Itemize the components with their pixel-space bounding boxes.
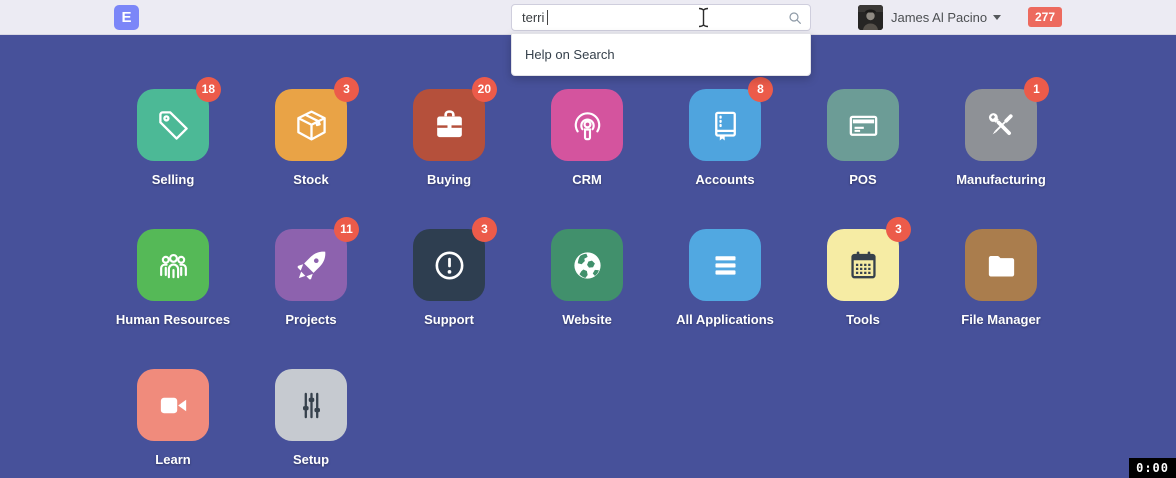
app-shortcut-learn[interactable]: Learn bbox=[104, 369, 242, 478]
app-tile[interactable] bbox=[965, 229, 1037, 301]
app-tile[interactable] bbox=[551, 229, 623, 301]
recording-timer: 0:00 bbox=[1129, 458, 1176, 478]
top-navbar: E Help on Search James Al Pacino 277 bbox=[0, 0, 1176, 35]
app-label: POS bbox=[849, 172, 876, 187]
three-bars-icon bbox=[707, 247, 744, 284]
issue-opened-icon bbox=[431, 247, 468, 284]
app-shortcut-all-applications[interactable]: All Applications bbox=[656, 229, 794, 369]
app-shortcut-file-manager[interactable]: File Manager bbox=[932, 229, 1070, 369]
app-shortcut-selling[interactable]: 18 Selling bbox=[104, 89, 242, 229]
app-shortcut-manufacturing[interactable]: 1 Manufacturing bbox=[932, 89, 1070, 229]
app-count-badge: 3 bbox=[886, 217, 911, 242]
box-icon bbox=[293, 107, 330, 144]
app-tile[interactable] bbox=[275, 369, 347, 441]
app-label: File Manager bbox=[961, 312, 1040, 327]
app-tile[interactable] bbox=[137, 229, 209, 301]
app-tile[interactable]: 3 bbox=[827, 229, 899, 301]
rocket-icon bbox=[293, 247, 330, 284]
app-label: Website bbox=[562, 312, 612, 327]
search-dropdown-item-help[interactable]: Help on Search bbox=[512, 34, 810, 75]
video-icon bbox=[155, 387, 192, 424]
app-label: Stock bbox=[293, 172, 328, 187]
app-label: All Applications bbox=[676, 312, 774, 327]
app-label: Projects bbox=[285, 312, 336, 327]
app-count-badge: 11 bbox=[334, 217, 359, 242]
app-label: Support bbox=[424, 312, 474, 327]
app-label: Learn bbox=[155, 452, 190, 467]
app-tile[interactable] bbox=[827, 89, 899, 161]
app-shortcut-human-resources[interactable]: Human Resources bbox=[104, 229, 242, 369]
app-tile[interactable]: 18 bbox=[137, 89, 209, 161]
logo-letter: E bbox=[121, 9, 131, 26]
global-search-input[interactable] bbox=[511, 4, 811, 31]
app-shortcut-setup[interactable]: Setup bbox=[242, 369, 380, 478]
app-label: CRM bbox=[572, 172, 602, 187]
global-search: Help on Search bbox=[511, 4, 811, 31]
app-tile[interactable]: 11 bbox=[275, 229, 347, 301]
app-shortcut-projects[interactable]: 11 Projects bbox=[242, 229, 380, 369]
app-count-badge: 3 bbox=[334, 77, 359, 102]
app-label: Selling bbox=[152, 172, 195, 187]
app-tile[interactable]: 20 bbox=[413, 89, 485, 161]
app-shortcut-stock[interactable]: 3 Stock bbox=[242, 89, 380, 229]
app-label: Manufacturing bbox=[956, 172, 1046, 187]
organization-icon bbox=[155, 247, 192, 284]
app-label: Tools bbox=[846, 312, 880, 327]
credit-card-icon bbox=[845, 107, 882, 144]
app-count-badge: 1 bbox=[1024, 77, 1049, 102]
app-shortcut-tools[interactable]: 3 Tools bbox=[794, 229, 932, 369]
user-name: James Al Pacino bbox=[891, 10, 987, 25]
notification-count-badge[interactable]: 277 bbox=[1028, 7, 1062, 27]
app-tile[interactable]: 3 bbox=[275, 89, 347, 161]
app-label: Accounts bbox=[695, 172, 754, 187]
tools-icon bbox=[983, 107, 1020, 144]
app-count-badge: 20 bbox=[472, 77, 497, 102]
app-tile[interactable]: 1 bbox=[965, 89, 1037, 161]
app-shortcut-support[interactable]: 3 Support bbox=[380, 229, 518, 369]
app-shortcut-pos[interactable]: POS bbox=[794, 89, 932, 229]
user-avatar bbox=[858, 5, 883, 30]
text-caret bbox=[547, 10, 548, 25]
folder-icon bbox=[983, 247, 1020, 284]
app-tile[interactable]: 3 bbox=[413, 229, 485, 301]
broadcast-icon bbox=[569, 107, 606, 144]
app-shortcut-website[interactable]: Website bbox=[518, 229, 656, 369]
app-label: Setup bbox=[293, 452, 329, 467]
tag-icon bbox=[155, 107, 192, 144]
app-shortcut-buying[interactable]: 20 Buying bbox=[380, 89, 518, 229]
app-tile[interactable] bbox=[689, 229, 761, 301]
app-count-badge: 8 bbox=[748, 77, 773, 102]
app-shortcut-crm[interactable]: CRM bbox=[518, 89, 656, 229]
app-grid: 18 Selling 3 Stock 20 Buying CRM 8 Accou… bbox=[104, 35, 1070, 478]
app-tile[interactable] bbox=[137, 369, 209, 441]
app-label: Buying bbox=[427, 172, 471, 187]
app-label: Human Resources bbox=[116, 312, 230, 327]
app-count-badge: 18 bbox=[196, 77, 221, 102]
globe-icon bbox=[569, 247, 606, 284]
desk-area: 18 Selling 3 Stock 20 Buying CRM 8 Accou… bbox=[0, 35, 1176, 478]
search-icon[interactable] bbox=[787, 10, 803, 26]
app-tile[interactable]: 8 bbox=[689, 89, 761, 161]
user-menu[interactable]: James Al Pacino bbox=[858, 5, 1001, 30]
chevron-down-icon bbox=[993, 15, 1001, 20]
app-count-badge: 3 bbox=[472, 217, 497, 242]
search-dropdown: Help on Search bbox=[511, 33, 811, 76]
calendar-icon bbox=[845, 247, 882, 284]
briefcase-icon bbox=[431, 107, 468, 144]
app-shortcut-accounts[interactable]: 8 Accounts bbox=[656, 89, 794, 229]
sliders-icon bbox=[293, 387, 330, 424]
app-tile[interactable] bbox=[551, 89, 623, 161]
book-icon bbox=[707, 107, 744, 144]
home-logo-button[interactable]: E bbox=[114, 5, 139, 30]
